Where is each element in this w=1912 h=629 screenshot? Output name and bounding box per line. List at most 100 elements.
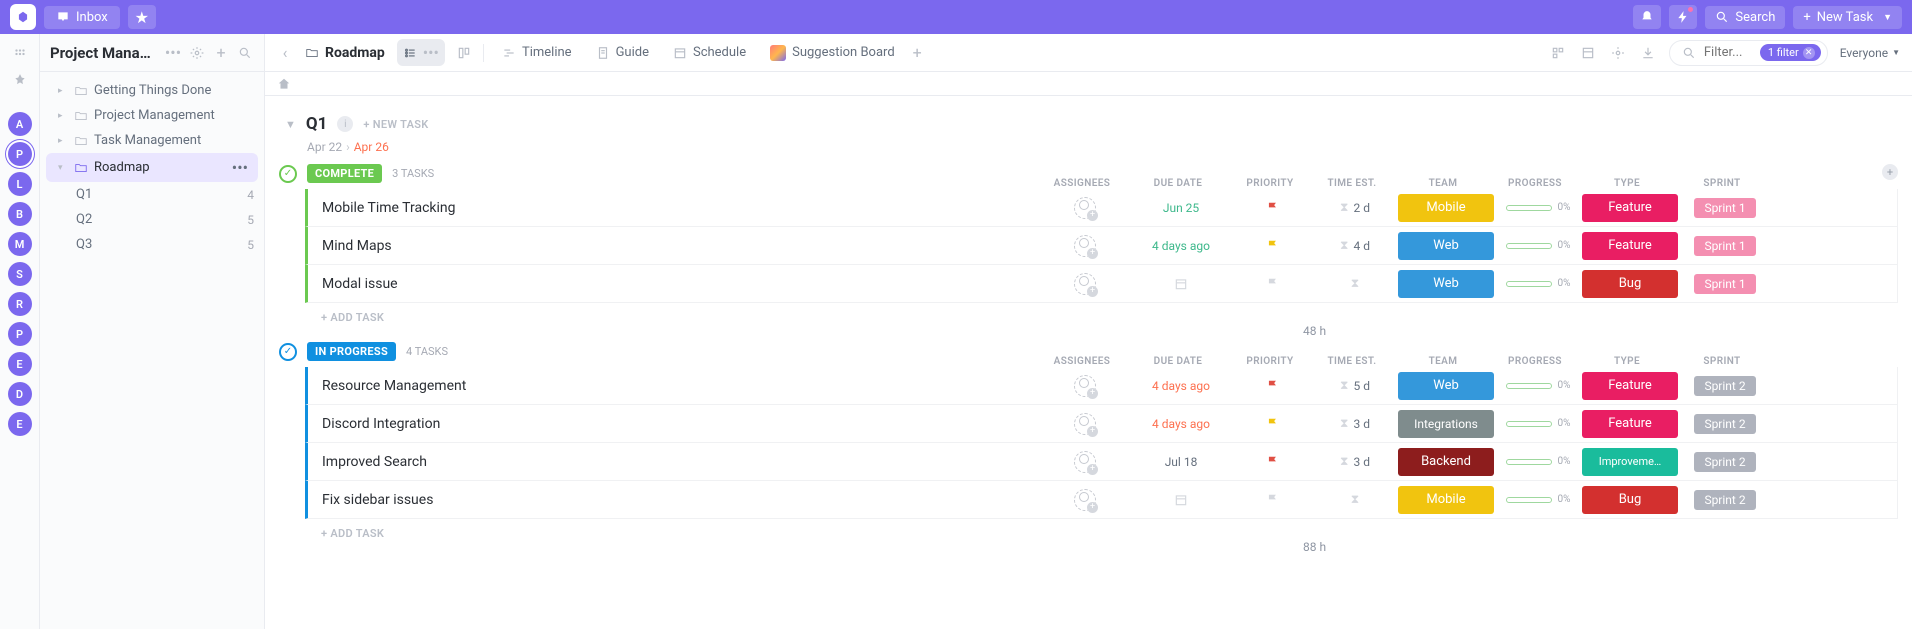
folder-row[interactable]: ▾Roadmap•••	[46, 153, 258, 182]
space-menu-button[interactable]: •••	[164, 43, 182, 62]
automations-icon[interactable]	[1549, 46, 1567, 60]
team-pill[interactable]: Web	[1398, 372, 1494, 400]
time-empty-icon[interactable]: ⧗	[1351, 492, 1359, 507]
templates-icon[interactable]	[1579, 46, 1597, 60]
assignee-add[interactable]	[1074, 375, 1096, 397]
section-title[interactable]: Q1	[306, 114, 327, 134]
time-empty-icon[interactable]: ⧗	[1351, 276, 1359, 291]
task-row[interactable]: Discord Integration4 days ago⧗3 dIntegra…	[305, 405, 1898, 443]
list-row[interactable]: Q25	[40, 207, 264, 232]
time-est[interactable]: ⧗3 d	[1340, 416, 1370, 431]
priority-flag-icon[interactable]	[1266, 277, 1280, 291]
type-pill[interactable]: Feature	[1582, 232, 1678, 260]
task-title[interactable]: Mobile Time Tracking	[322, 200, 456, 216]
space-search-button[interactable]	[236, 46, 254, 60]
app-logo-icon[interactable]	[10, 4, 36, 30]
tab-timeline[interactable]: Timeline	[496, 45, 578, 60]
sprint-tag[interactable]: Sprint 1	[1694, 274, 1755, 294]
add-task-button[interactable]: + ADD TASK	[279, 303, 1898, 324]
progress-bar[interactable]: 0%	[1498, 494, 1578, 505]
progress-bar[interactable]: 0%	[1498, 240, 1578, 251]
sprint-tag[interactable]: Sprint 2	[1694, 376, 1755, 396]
task-title[interactable]: Fix sidebar issues	[322, 492, 433, 508]
due-empty-icon[interactable]	[1174, 493, 1188, 507]
time-est[interactable]: ⧗5 d	[1340, 378, 1370, 393]
group-status-label[interactable]: COMPLETE	[307, 164, 382, 183]
type-pill[interactable]: Bug	[1582, 486, 1678, 514]
progress-bar[interactable]: 0%	[1498, 456, 1578, 467]
priority-flag-icon[interactable]	[1266, 493, 1280, 507]
space-badge[interactable]: L	[8, 172, 32, 196]
section-collapse-caret[interactable]: ▼	[285, 118, 296, 131]
space-badge[interactable]: S	[8, 262, 32, 286]
assignee-add[interactable]	[1074, 273, 1096, 295]
due-date[interactable]: Jun 25	[1163, 201, 1199, 215]
space-badge[interactable]: A	[8, 112, 32, 136]
priority-flag-icon[interactable]	[1266, 417, 1280, 431]
filter-input[interactable]	[1704, 45, 1752, 60]
new-task-button[interactable]: + New Task ▼	[1793, 6, 1902, 29]
space-badge[interactable]: E	[8, 352, 32, 376]
add-task-button[interactable]: + ADD TASK	[279, 519, 1898, 540]
time-est[interactable]: ⧗3 d	[1340, 454, 1370, 469]
assignee-add[interactable]	[1074, 235, 1096, 257]
list-row[interactable]: Q14	[40, 182, 264, 207]
add-view-button[interactable]: +	[913, 43, 922, 62]
tab-schedule[interactable]: Schedule	[667, 45, 752, 60]
list-row[interactable]: Q35	[40, 232, 264, 257]
task-row[interactable]: Fix sidebar issues⧗Mobile0%BugSprint 2	[305, 481, 1898, 519]
task-row[interactable]: Improved Search Jul 18 ⧗3 d Backend 0% Improv…	[305, 443, 1898, 481]
type-pill[interactable]: Improveme…	[1582, 448, 1678, 476]
task-row[interactable]: Resource Management4 days ago⧗5 dWeb0%Fe…	[305, 367, 1898, 405]
type-pill[interactable]: Feature	[1582, 372, 1678, 400]
team-pill[interactable]: Integrations	[1398, 410, 1494, 438]
assignee-add[interactable]	[1074, 489, 1096, 511]
space-badge[interactable]: M	[8, 232, 32, 256]
task-row[interactable]: Mind Maps4 days ago⧗4 dWeb0%FeatureSprin…	[305, 227, 1898, 265]
space-badge[interactable]: R	[8, 292, 32, 316]
team-pill[interactable]: Web	[1398, 232, 1494, 260]
due-date[interactable]: 4 days ago	[1152, 239, 1210, 253]
space-badge[interactable]: B	[8, 202, 32, 226]
space-badge[interactable]: P	[8, 142, 32, 166]
folder-row[interactable]: ▸Project Management	[40, 103, 264, 128]
status-circle-icon[interactable]: ✓	[279, 165, 297, 183]
task-row[interactable]: Mobile Time TrackingJun 25⧗2 dMobile0%Fe…	[305, 189, 1898, 227]
priority-flag-icon[interactable]	[1266, 201, 1280, 215]
team-pill[interactable]: Mobile	[1398, 486, 1494, 514]
task-title[interactable]: Modal issue	[322, 276, 398, 292]
team-pill[interactable]: Web	[1398, 270, 1494, 298]
board-view-icon[interactable]	[457, 46, 471, 60]
task-title[interactable]: Mind Maps	[322, 238, 392, 254]
apps-icon[interactable]	[10, 44, 30, 64]
team-pill[interactable]: Backend	[1398, 448, 1494, 476]
priority-flag-icon[interactable]	[1266, 379, 1280, 393]
priority-flag-icon[interactable]	[1266, 455, 1280, 469]
tab-suggestion[interactable]: Suggestion Board	[764, 45, 901, 61]
filter-pill[interactable]: 1 filter✕	[1760, 44, 1821, 61]
section-new-task-button[interactable]: + NEW TASK	[363, 118, 428, 131]
export-icon[interactable]	[1639, 46, 1657, 60]
sprint-tag[interactable]: Sprint 2	[1694, 414, 1755, 434]
space-badge[interactable]: P	[8, 322, 32, 346]
folder-row[interactable]: ▸Task Management	[40, 128, 264, 153]
folder-actions[interactable]: •••	[232, 158, 248, 177]
assignee-add[interactable]	[1074, 413, 1096, 435]
progress-bar[interactable]: 0%	[1498, 380, 1578, 391]
search-button[interactable]: Search	[1705, 6, 1785, 29]
progress-bar[interactable]: 0%	[1498, 418, 1578, 429]
due-empty-icon[interactable]	[1174, 277, 1188, 291]
due-date[interactable]: Jul 18	[1165, 455, 1198, 469]
section-info-icon[interactable]: i	[337, 116, 353, 132]
assignee-add[interactable]	[1074, 451, 1096, 473]
space-badge[interactable]: D	[8, 382, 32, 406]
team-pill[interactable]: Mobile	[1398, 194, 1494, 222]
task-title[interactable]: Resource Management	[322, 378, 466, 394]
type-pill[interactable]: Feature	[1582, 410, 1678, 438]
task-row[interactable]: Modal issue⧗Web0%BugSprint 1	[305, 265, 1898, 303]
space-settings-icon[interactable]	[188, 46, 206, 60]
folder-row[interactable]: ▸Getting Things Done	[40, 78, 264, 103]
task-title[interactable]: Improved Search	[322, 454, 427, 470]
due-date[interactable]: 4 days ago	[1152, 417, 1210, 431]
view-title[interactable]: Roadmap	[305, 45, 385, 61]
